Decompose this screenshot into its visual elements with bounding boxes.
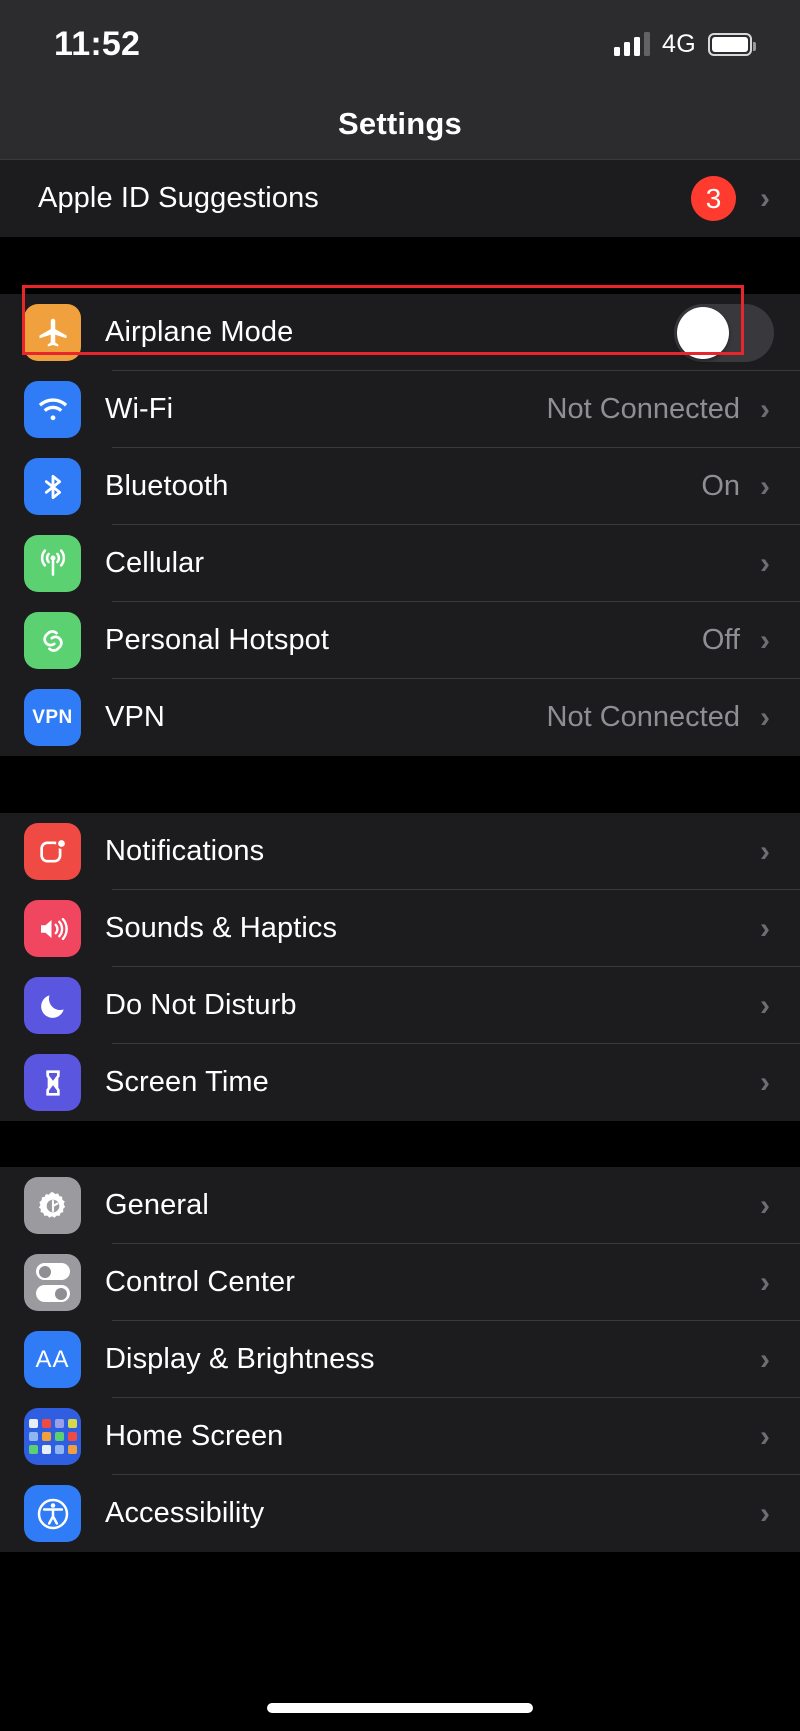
display-icon-label: AA (35, 1345, 70, 1373)
row-screen-time[interactable]: Screen Time › (0, 1044, 800, 1121)
row-accessibility[interactable]: Accessibility › (0, 1475, 800, 1552)
row-label: General (105, 1189, 209, 1221)
row-label: Do Not Disturb (105, 989, 297, 1021)
status-bar-indicators: 4G (614, 29, 756, 59)
group-connectivity: Airplane Mode Wi-Fi Not Connected › Blue… (0, 294, 800, 756)
row-notifications[interactable]: Notifications › (0, 813, 800, 890)
airplane-icon (24, 304, 81, 361)
moon-icon (24, 977, 81, 1034)
row-wifi[interactable]: Wi-Fi Not Connected › (0, 371, 800, 448)
row-sounds-haptics[interactable]: Sounds & Haptics › (0, 890, 800, 967)
row-home-screen[interactable]: Home Screen › (0, 1398, 800, 1475)
notifications-badge-icon (24, 823, 81, 880)
row-display-brightness[interactable]: AA Display & Brightness › (0, 1321, 800, 1398)
chevron-right-icon: › (760, 1065, 770, 1099)
status-badge: 3 (691, 176, 736, 221)
chevron-right-icon: › (760, 834, 770, 868)
toggle-glyph-bottom (35, 1285, 70, 1302)
vpn-icon: VPN (24, 689, 81, 746)
control-center-toggles-icon (24, 1254, 81, 1311)
chevron-right-icon: › (760, 988, 770, 1022)
row-label: Sounds & Haptics (105, 912, 338, 944)
status-bar: 11:52 4G (0, 0, 800, 88)
speaker-waves-icon (24, 900, 81, 957)
chevron-right-icon: › (760, 700, 770, 734)
row-control-center[interactable]: Control Center › (0, 1244, 800, 1321)
group-gap (0, 1121, 800, 1167)
group-alerts: Notifications › Sounds & Haptics › Do No… (0, 813, 800, 1121)
toggle-glyph-top (35, 1263, 70, 1280)
battery-icon (708, 32, 756, 56)
row-label: Screen Time (105, 1066, 269, 1098)
accessibility-person-icon (24, 1485, 81, 1542)
home-indicator[interactable] (267, 1703, 533, 1713)
toggle-knob (677, 306, 729, 359)
hotspot-link-icon (24, 612, 81, 669)
row-label: Accessibility (105, 1497, 265, 1529)
row-label: Notifications (105, 835, 265, 867)
status-bar-clock: 11:52 (54, 24, 141, 63)
chevron-right-icon: › (760, 911, 770, 945)
display-brightness-icon: AA (24, 1331, 81, 1388)
chevron-right-icon: › (760, 469, 770, 503)
cellular-signal-icon (614, 32, 651, 56)
group-gap (0, 756, 800, 813)
airplane-mode-toggle[interactable] (674, 303, 774, 362)
row-value: Off (701, 624, 740, 656)
bluetooth-icon (24, 458, 81, 515)
row-apple-id-suggestions[interactable]: Apple ID Suggestions 3 › (0, 160, 800, 237)
home-screen-grid-icon (24, 1408, 81, 1465)
row-label: Bluetooth (105, 470, 229, 502)
chevron-right-icon: › (760, 546, 770, 580)
page-title: Settings (338, 105, 462, 141)
chevron-right-icon: › (760, 1496, 770, 1530)
row-label: Airplane Mode (105, 316, 294, 348)
row-value: Not Connected (546, 701, 740, 733)
row-label: Display & Brightness (105, 1343, 375, 1375)
row-value: On (701, 470, 740, 502)
chevron-right-icon: › (760, 392, 770, 426)
group-system: General › Control Center › AA Display & … (0, 1167, 800, 1552)
group-gap (0, 237, 800, 294)
gear-icon (24, 1177, 81, 1234)
row-personal-hotspot[interactable]: Personal Hotspot Off › (0, 602, 800, 679)
wifi-icon (24, 381, 81, 438)
hourglass-icon (24, 1054, 81, 1111)
app-grid-glyph (28, 1419, 77, 1454)
row-airplane-mode[interactable]: Airplane Mode (0, 294, 800, 371)
row-bluetooth[interactable]: Bluetooth On › (0, 448, 800, 525)
row-label: Wi-Fi (105, 393, 174, 425)
navigation-bar: Settings (0, 88, 800, 160)
chevron-right-icon: › (760, 623, 770, 657)
row-cellular[interactable]: Cellular › (0, 525, 800, 602)
settings-screen: 11:52 4G Settings Apple ID Suggestions 3… (0, 0, 800, 1731)
row-label: Apple ID Suggestions (38, 182, 319, 214)
network-type-label: 4G (662, 29, 696, 58)
chevron-right-icon: › (760, 1188, 770, 1222)
row-label: Control Center (105, 1266, 295, 1298)
cellular-antenna-icon (24, 535, 81, 592)
row-label: Cellular (105, 547, 205, 579)
row-value: Not Connected (546, 393, 740, 425)
row-label: VPN (105, 701, 165, 733)
group-suggestions: Apple ID Suggestions 3 › (0, 160, 800, 237)
vpn-icon-label: VPN (32, 706, 73, 728)
chevron-right-icon: › (760, 181, 770, 215)
row-label: Home Screen (105, 1420, 284, 1452)
chevron-right-icon: › (760, 1419, 770, 1453)
row-label: Personal Hotspot (105, 624, 330, 656)
chevron-right-icon: › (760, 1342, 770, 1376)
row-vpn[interactable]: VPN VPN Not Connected › (0, 679, 800, 756)
chevron-right-icon: › (760, 1265, 770, 1299)
row-do-not-disturb[interactable]: Do Not Disturb › (0, 967, 800, 1044)
row-general[interactable]: General › (0, 1167, 800, 1244)
